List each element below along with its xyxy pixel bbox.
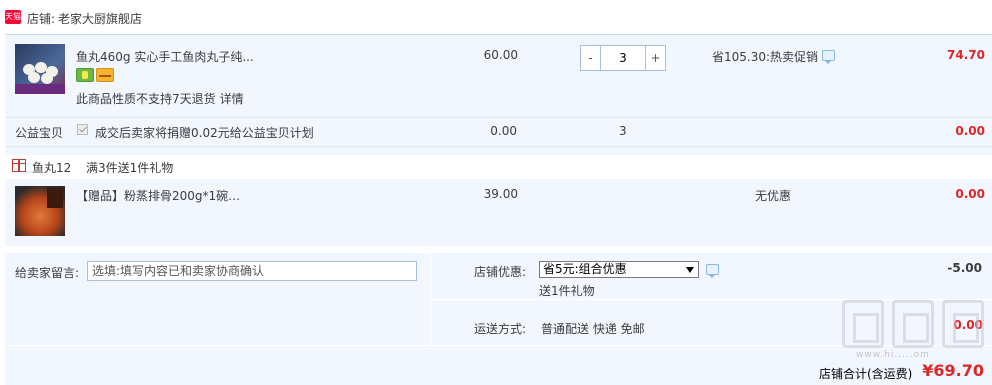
shop-total-label: 店铺合计(含运费) <box>819 367 913 381</box>
return-policy-detail-link[interactable]: 详情 <box>220 92 244 106</box>
service-guarantee-icon[interactable] <box>76 68 94 82</box>
gift-promo-name: 鱼丸12 <box>32 161 72 175</box>
gift-subtotal: 0.00 <box>955 187 985 201</box>
gift-unit-price: 39.00 <box>483 187 518 201</box>
shop-discount-extra: 送1件礼物 <box>539 284 595 298</box>
seller-memo-label: 给卖家留言: <box>15 266 80 280</box>
item-subtotal: 74.70 <box>947 48 985 62</box>
shop-discount-label: 店铺优惠: <box>474 265 527 279</box>
item-title-link[interactable]: 鱼丸460g 实心手工鱼肉丸子纯... <box>76 48 266 65</box>
charity-quantity: 3 <box>619 124 627 138</box>
charity-checkbox[interactable] <box>77 124 88 135</box>
credit-card-icon[interactable] <box>96 68 114 82</box>
footer-divider <box>430 299 992 300</box>
quantity-increase-button[interactable]: + <box>645 46 665 70</box>
row-divider <box>5 146 992 147</box>
return-policy-text: 此商品性质不支持7天退货 <box>76 92 216 106</box>
quantity-stepper: - + <box>580 45 666 71</box>
gift-item-title-link[interactable]: 【赠品】粉蒸排骨200g*1碗。... <box>76 187 251 204</box>
shop-discount-select[interactable]: 省5元:组合优惠 <box>539 261 699 278</box>
tmall-icon: 天猫 <box>5 10 21 24</box>
charity-unit-price: 0.00 <box>490 124 517 138</box>
shop-discount-selected: 省5元:组合优惠 <box>543 262 627 276</box>
gift-thumbnail[interactable] <box>15 186 65 236</box>
footer-divider <box>5 345 992 346</box>
shop-label: 店铺: <box>27 12 56 26</box>
shipping-method: 普通配送 快递 免邮 <box>541 322 645 336</box>
item-promo-text: 省105.30:热卖促销 <box>712 50 819 64</box>
discount-info-icon[interactable] <box>706 264 719 278</box>
shipping-label: 运送方式: <box>474 322 527 336</box>
shop-header: 天猫 店铺: 老家大厨旗舰店 <box>0 0 992 34</box>
product-thumbnail[interactable] <box>15 44 65 94</box>
charity-subtotal: 0.00 <box>955 124 985 138</box>
gift-icon <box>12 159 26 172</box>
gift-promo-rule: 满3件送1件礼物 <box>86 161 174 175</box>
charity-text: 成交后卖家将捐赠0.02元给公益宝贝计划 <box>95 126 314 140</box>
promo-info-icon[interactable] <box>822 50 835 64</box>
shop-name-link[interactable]: 老家大厨旗舰店 <box>58 10 142 27</box>
quantity-decrease-button[interactable]: - <box>581 46 601 70</box>
return-policy-note: 此商品性质不支持7天退货 详情 <box>76 90 244 107</box>
shop-total-value: ¥69.70 <box>922 361 984 380</box>
charity-label: 公益宝贝 <box>15 126 64 140</box>
chevron-down-icon <box>686 267 694 273</box>
seller-memo-input[interactable] <box>87 261 417 281</box>
shipping-fee: 0.00 <box>953 318 983 332</box>
item-unit-price: 60.00 <box>483 48 518 62</box>
gift-promo-text: 无优惠 <box>755 189 792 203</box>
row-divider <box>5 117 992 118</box>
shop-discount-value: -5.00 <box>947 261 982 275</box>
quantity-input[interactable] <box>602 46 644 70</box>
